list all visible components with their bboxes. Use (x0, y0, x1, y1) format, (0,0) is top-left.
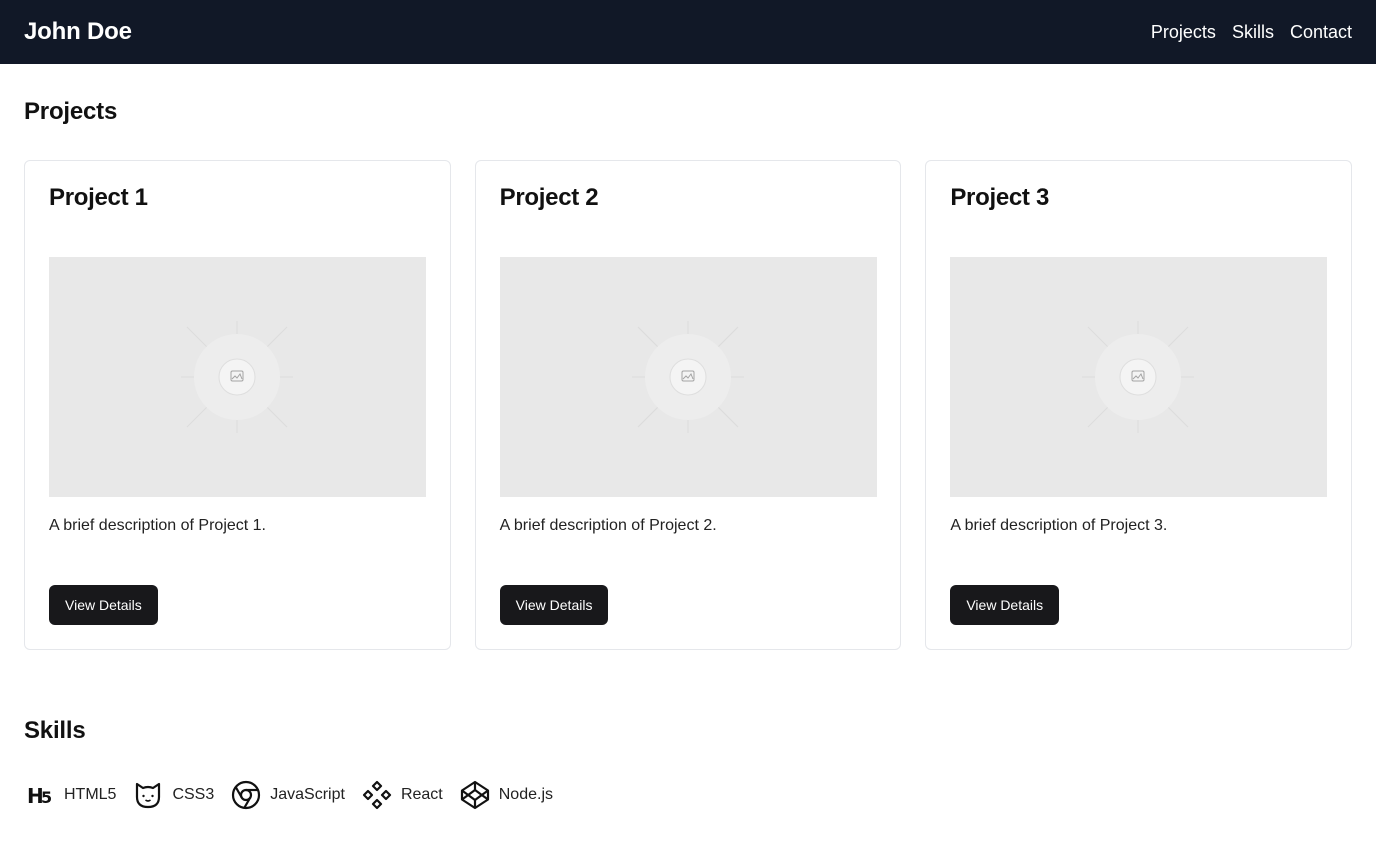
skill-item-nodejs: Node.js (459, 779, 553, 811)
project-card-3: Project 3 A brief description of Project… (925, 160, 1353, 650)
image-placeholder-icon (631, 321, 744, 433)
skill-item-react: React (361, 779, 443, 811)
project-card-title: Project 1 (49, 184, 148, 211)
skills-section-title: Skills (24, 717, 86, 744)
html5-icon: H 5 (24, 779, 56, 811)
top-navbar: John Doe Projects Skills Contact (0, 0, 1376, 64)
view-details-button[interactable]: View Details (950, 585, 1060, 625)
skill-label: CSS3 (172, 786, 215, 803)
skill-label: Node.js (498, 786, 553, 803)
nav-link-skills[interactable]: Skills (1232, 22, 1274, 43)
project-card-title: Project 2 (499, 184, 599, 211)
brand-name[interactable]: John Doe (24, 18, 132, 46)
css3-icon (132, 779, 164, 811)
project-card-2: Project 2 A brief description of Project… (474, 160, 902, 650)
image-placeholder-icon (181, 321, 293, 433)
project-image-placeholder (950, 257, 1328, 497)
project-image-placeholder (49, 257, 426, 497)
view-details-button[interactable]: View Details (499, 585, 609, 625)
skill-item-css3: CSS3 (132, 779, 214, 811)
codepen-icon (459, 779, 491, 811)
chrome-icon (230, 779, 262, 811)
main-nav: Projects Skills Contact (1151, 22, 1352, 43)
view-details-button[interactable]: View Details (49, 585, 158, 625)
project-card-description: A brief description of Project 3. (950, 517, 1168, 534)
project-cards: Project 1 A brief description of Project… (24, 160, 1353, 650)
project-image-placeholder (499, 257, 877, 497)
skill-item-javascript: JavaScript (230, 779, 345, 811)
svg-text:5: 5 (41, 788, 52, 807)
project-card-title: Project 3 (950, 184, 1050, 211)
skill-label: React (400, 786, 443, 803)
diamond-grid-icon (361, 779, 393, 811)
project-card-description: A brief description of Project 2. (499, 517, 717, 534)
skills-list: H 5 HTML5 CSS3 JavaScript React Node.js (24, 779, 1352, 811)
skill-label: JavaScript (270, 786, 345, 803)
skill-item-html5: H 5 HTML5 (24, 779, 116, 811)
nav-link-contact[interactable]: Contact (1290, 22, 1352, 43)
image-placeholder-icon (1082, 321, 1195, 433)
project-card-1: Project 1 A brief description of Project… (24, 160, 451, 650)
projects-section-title: Projects (24, 98, 118, 125)
main-content: Projects Project 1 A brief description o… (0, 98, 1376, 811)
skill-label: HTML5 (64, 786, 117, 803)
nav-link-projects[interactable]: Projects (1151, 22, 1216, 43)
project-card-description: A brief description of Project 1. (49, 517, 266, 534)
